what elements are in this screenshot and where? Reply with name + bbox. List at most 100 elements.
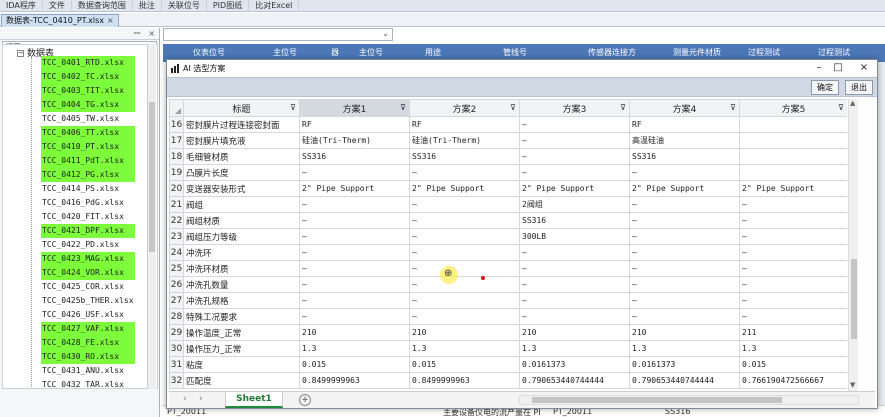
option-cell[interactable]: 2阀组 — [519, 196, 630, 213]
select-all-corner[interactable] — [169, 99, 184, 117]
filter-icon[interactable]: ⊽ — [510, 103, 516, 112]
filter-icon[interactable]: ⊽ — [730, 103, 736, 112]
row-number[interactable]: 24 — [169, 244, 184, 261]
close-button[interactable]: × — [857, 61, 871, 75]
column-header[interactable]: 方案1 ⊽ — [299, 99, 410, 117]
file-tree-item[interactable]: TCC_0401_RTD.xlsx — [41, 56, 135, 70]
option-cell[interactable]: – — [519, 148, 630, 165]
option-cell[interactable]: RF — [299, 116, 410, 133]
row-number[interactable]: 26 — [169, 276, 184, 293]
option-cell[interactable]: – — [739, 308, 847, 325]
file-tree-item[interactable]: TCC_0402_TC.xlsx — [41, 70, 135, 84]
option-cell[interactable]: RF — [629, 116, 740, 133]
row-title-cell[interactable]: 冲洗孔规格 — [183, 292, 300, 309]
row-title-cell[interactable]: 阀组材质 — [183, 212, 300, 229]
main-filter-combo[interactable]: ⌄ — [163, 28, 393, 41]
file-tree-item[interactable]: TCC_0411_PdT.xlsx — [41, 154, 135, 168]
row-number[interactable]: 29 — [169, 324, 184, 341]
file-tree-item[interactable]: TCC_0431_ANU.xlsx — [41, 364, 135, 378]
menu-item[interactable]: 比对Excel — [249, 0, 300, 11]
option-cell[interactable]: 210 — [629, 324, 740, 341]
file-tree-item[interactable]: TCC_0426_USF.xlsx — [41, 308, 135, 322]
option-cell[interactable] — [739, 164, 847, 181]
option-cell[interactable]: 0.790653440744444 — [629, 372, 740, 389]
option-cell[interactable]: – — [739, 292, 847, 309]
add-sheet-button[interactable]: + — [299, 394, 311, 406]
option-cell[interactable]: 硅油(Tri-Therm) — [299, 132, 410, 149]
file-tree-item[interactable]: TCC_0425_COR.xlsx — [41, 280, 135, 294]
file-tree-item[interactable]: TCC_0432_TAR.xlsx — [41, 378, 135, 388]
scroll-thumb[interactable] — [532, 397, 782, 403]
tree-scrollbar[interactable] — [147, 44, 156, 389]
option-cell[interactable]: – — [409, 196, 520, 213]
option-cell[interactable]: – — [519, 116, 630, 133]
row-title-cell[interactable]: 操作温度_正常 — [183, 324, 300, 341]
row-title-cell[interactable]: 阀组压力等级 — [183, 228, 300, 245]
row-number[interactable]: 32 — [169, 372, 184, 389]
file-tree-item[interactable]: TCC_0421_DPF.xlsx — [41, 224, 135, 238]
row-title-cell[interactable]: 阀组 — [183, 196, 300, 213]
column-header[interactable]: 方案3 ⊽ — [519, 99, 630, 117]
option-cell[interactable]: 2" Pipe Support — [519, 180, 630, 197]
option-cell[interactable]: – — [519, 164, 630, 181]
row-number[interactable]: 22 — [169, 212, 184, 229]
option-cell[interactable]: 0.766190472566667 — [739, 372, 847, 389]
option-cell[interactable]: 2" Pipe Support — [409, 180, 520, 197]
row-title-cell[interactable]: 毛细管材质 — [183, 148, 300, 165]
row-number[interactable]: 28 — [169, 308, 184, 325]
filter-icon[interactable]: ⊽ — [290, 103, 296, 112]
option-cell[interactable]: 211 — [739, 324, 847, 341]
row-number[interactable]: 21 — [169, 196, 184, 213]
menu-item[interactable]: 批注 — [133, 0, 162, 11]
file-tree-item[interactable]: TCC_0416_PdG.xlsx — [41, 196, 135, 210]
option-cell[interactable]: 0.015 — [299, 356, 410, 373]
file-tree-item[interactable]: TCC_0414_PS.xlsx — [41, 182, 135, 196]
option-cell[interactable]: 0.0161373 — [629, 356, 740, 373]
menu-item[interactable]: PID图纸 — [207, 0, 250, 11]
option-cell[interactable]: 2" Pipe Support — [629, 180, 740, 197]
option-cell[interactable]: 硅油(Tri-Therm) — [409, 132, 520, 149]
option-cell[interactable]: 0.8499999963 — [299, 372, 410, 389]
file-tree-item[interactable]: TCC_0428_FE.xlsx — [41, 336, 135, 350]
option-cell[interactable]: – — [629, 196, 740, 213]
row-title-cell[interactable]: 匹配度 — [183, 372, 300, 389]
option-cell[interactable]: – — [299, 212, 410, 229]
column-header[interactable]: 方案4 ⊽ — [629, 99, 740, 117]
option-cell[interactable]: – — [299, 308, 410, 325]
option-cell[interactable]: 1.3 — [299, 340, 410, 357]
row-number[interactable]: 27 — [169, 292, 184, 309]
option-cell[interactable]: – — [519, 244, 630, 261]
horizontal-scrollbar[interactable] — [519, 395, 859, 405]
option-cell[interactable]: – — [519, 260, 630, 277]
option-cell[interactable]: – — [739, 228, 847, 245]
row-title-cell[interactable]: 冲洗孔数量 — [183, 276, 300, 293]
file-tree-item[interactable]: TCC_0427_VAF.xlsx — [41, 322, 135, 336]
file-tree-item[interactable]: TCC_0412_PG.xlsx — [41, 168, 135, 182]
option-cell[interactable]: 210 — [519, 324, 630, 341]
row-title-cell[interactable]: 密封膜片填充液 — [183, 132, 300, 149]
scroll-thumb[interactable] — [851, 259, 857, 339]
option-cell[interactable]: – — [409, 308, 520, 325]
option-cell[interactable]: – — [299, 196, 410, 213]
file-tree-item[interactable]: TCC_0403_TIT.xlsx — [41, 84, 135, 98]
option-cell[interactable]: 1.3 — [739, 340, 847, 357]
option-cell[interactable]: – — [739, 212, 847, 229]
file-tree-item[interactable]: TCC_0404_TG.xlsx — [41, 98, 135, 112]
row-title-cell[interactable]: 变送器安装形式 — [183, 180, 300, 197]
option-cell[interactable]: – — [409, 164, 520, 181]
option-cell[interactable]: SS316 — [409, 148, 520, 165]
option-cell[interactable]: – — [629, 244, 740, 261]
row-number[interactable]: 19 — [169, 164, 184, 181]
collapse-icon[interactable]: − — [17, 50, 24, 57]
option-cell[interactable]: – — [299, 244, 410, 261]
pin-icon[interactable]: ꟷ — [134, 28, 141, 39]
sheet-tab[interactable]: Sheet1 — [225, 392, 283, 408]
close-icon[interactable]: × — [107, 16, 114, 25]
row-number[interactable]: 30 — [169, 340, 184, 357]
row-number[interactable]: 23 — [169, 228, 184, 245]
option-cell[interactable] — [739, 116, 847, 133]
document-tab[interactable]: 数据表-TCC_0410_PT.xlsx × — [1, 14, 119, 27]
minimize-button[interactable]: – — [812, 61, 826, 75]
scroll-down-icon[interactable]: ▼ — [850, 381, 855, 389]
option-cell[interactable]: – — [409, 276, 520, 293]
